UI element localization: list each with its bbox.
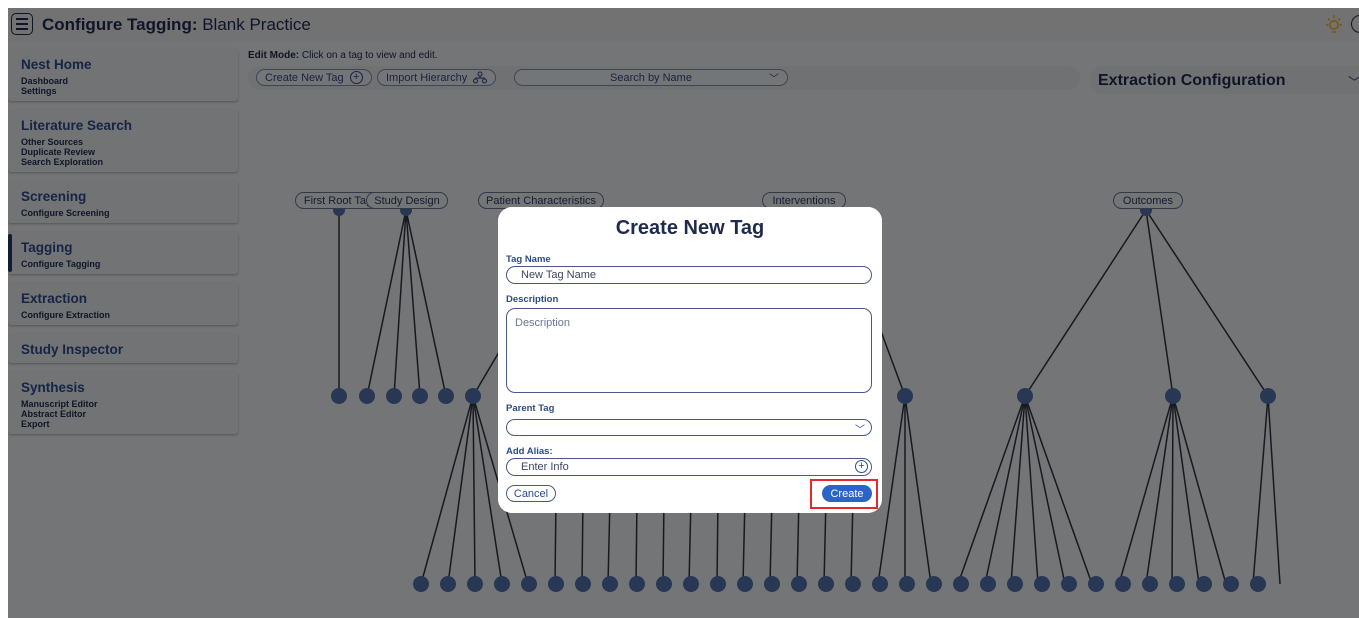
tag-name-label: Tag Name	[506, 254, 551, 265]
tag-name-input[interactable]: New Tag Name	[506, 266, 872, 284]
add-alias-label: Add Alias:	[506, 446, 553, 457]
description-textarea[interactable]: Description	[506, 308, 872, 393]
alias-input[interactable]: Enter Info +	[506, 458, 872, 476]
parent-tag-label: Parent Tag	[506, 403, 555, 414]
cancel-button[interactable]: Cancel	[506, 485, 556, 502]
create-tag-modal: Create New Tag Tag Name New Tag Name Des…	[498, 207, 882, 513]
modal-overlay: Create New Tag Tag Name New Tag Name Des…	[0, 0, 1359, 618]
description-label: Description	[506, 294, 559, 305]
chevron-down-icon: ﹀	[855, 425, 865, 436]
modal-title: Create New Tag	[615, 217, 765, 239]
create-button-highlight	[810, 479, 878, 509]
add-alias-plus-icon[interactable]: +	[855, 460, 868, 473]
parent-tag-select[interactable]: ﹀	[506, 419, 872, 436]
